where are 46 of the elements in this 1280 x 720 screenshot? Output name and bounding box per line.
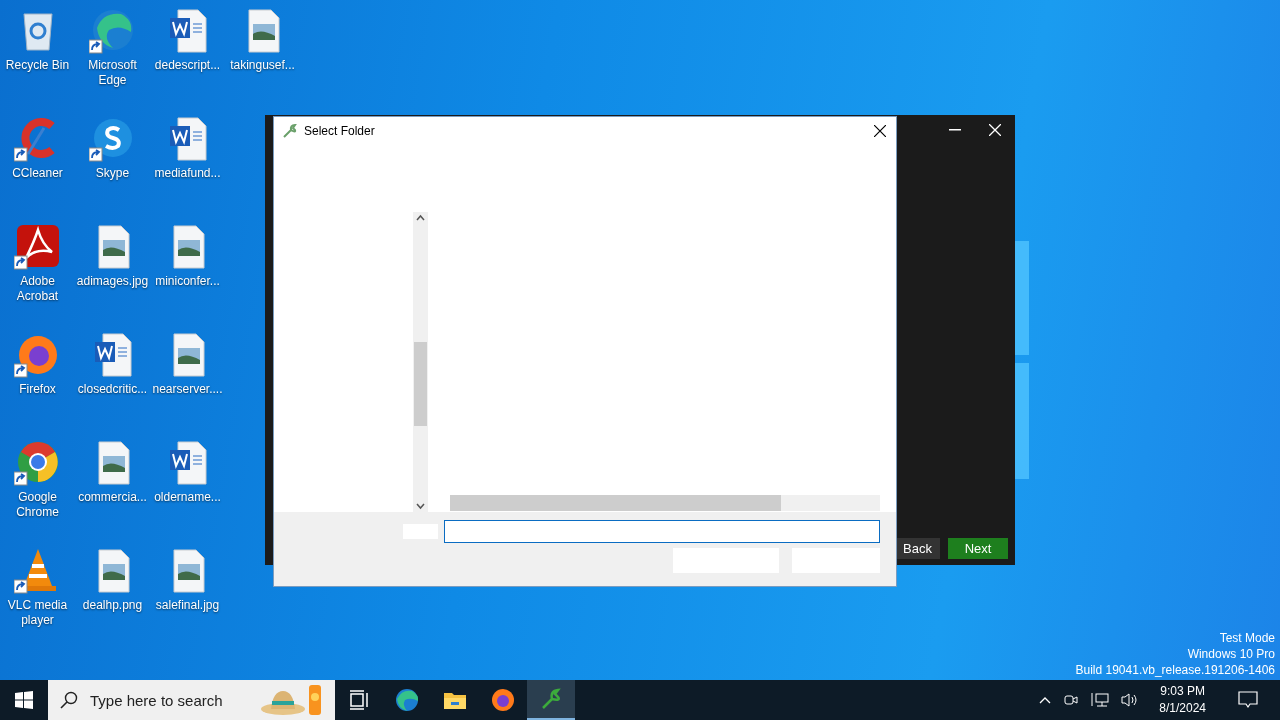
vertical-scrollbar[interactable] bbox=[413, 212, 428, 512]
minimize-icon[interactable] bbox=[949, 129, 961, 131]
window-title: Select Folder bbox=[304, 124, 375, 138]
next-button[interactable]: Next bbox=[948, 538, 1008, 559]
horizontal-scrollbar[interactable] bbox=[450, 495, 880, 511]
icon-label[interactable]: mediafund... bbox=[150, 166, 225, 181]
icon-label[interactable]: salefinal.jpg bbox=[150, 598, 225, 613]
icon-label[interactable]: commercia... bbox=[75, 490, 150, 505]
icon-label[interactable]: CCleaner bbox=[0, 166, 75, 181]
icon-label[interactable]: miniconfer... bbox=[150, 274, 225, 289]
notification-icon[interactable] bbox=[1238, 691, 1258, 709]
search-field[interactable]: Type here to search bbox=[88, 690, 242, 710]
icon-label[interactable]: Skype bbox=[75, 166, 150, 181]
close-icon[interactable] bbox=[874, 125, 886, 137]
network-icon[interactable] bbox=[1091, 692, 1110, 708]
scrollbar-thumb[interactable] bbox=[414, 342, 427, 426]
icon-label[interactable]: dealhp.png bbox=[75, 598, 150, 613]
search-icon bbox=[60, 691, 78, 709]
icon-label[interactable]: dedescript... bbox=[150, 58, 225, 73]
icon-label[interactable]: nearserver.... bbox=[150, 382, 225, 397]
icon-label[interactable]: Firefox bbox=[0, 382, 75, 397]
icon-label[interactable]: Microsoft Edge bbox=[75, 58, 150, 88]
icon-label[interactable]: Google Chrome bbox=[0, 490, 75, 520]
icon-label[interactable]: Recycle Bin bbox=[0, 58, 75, 73]
icon-label[interactable]: closedcritic... bbox=[75, 382, 150, 397]
icon-label[interactable]: takingusef... bbox=[225, 58, 300, 73]
scrollbar-thumb[interactable] bbox=[450, 495, 781, 511]
icon-label[interactable]: oldername... bbox=[150, 490, 225, 505]
clock-time[interactable]: 9:03 PM bbox=[1160, 683, 1205, 700]
start-icon[interactable] bbox=[15, 691, 33, 709]
system-watermark-text: Test Mode bbox=[1219, 630, 1275, 646]
system-watermark-text: Build 19041.vb_release.191206-1406 bbox=[1075, 662, 1275, 678]
browser-fox-icon bbox=[490, 687, 516, 713]
search-bar[interactable]: Type here to search bbox=[48, 680, 335, 720]
icon-label[interactable]: Adobe Acrobat bbox=[0, 274, 75, 304]
browser-wave-icon bbox=[394, 687, 420, 713]
pdf-app-icon[interactable] bbox=[13, 222, 62, 270]
wrench-icon bbox=[282, 123, 298, 139]
icon-label[interactable]: adimages.jpg bbox=[75, 274, 150, 289]
system-watermark-text: Windows 10 Pro bbox=[1187, 646, 1275, 662]
speaker-icon[interactable] bbox=[1121, 692, 1140, 708]
icon-label[interactable]: VLC media player bbox=[0, 598, 75, 628]
clock-date[interactable]: 8/1/2024 bbox=[1159, 700, 1206, 717]
camera-icon[interactable] bbox=[1063, 692, 1080, 708]
chevron-up-icon[interactable] bbox=[1039, 696, 1052, 704]
input-field[interactable] bbox=[444, 520, 880, 543]
